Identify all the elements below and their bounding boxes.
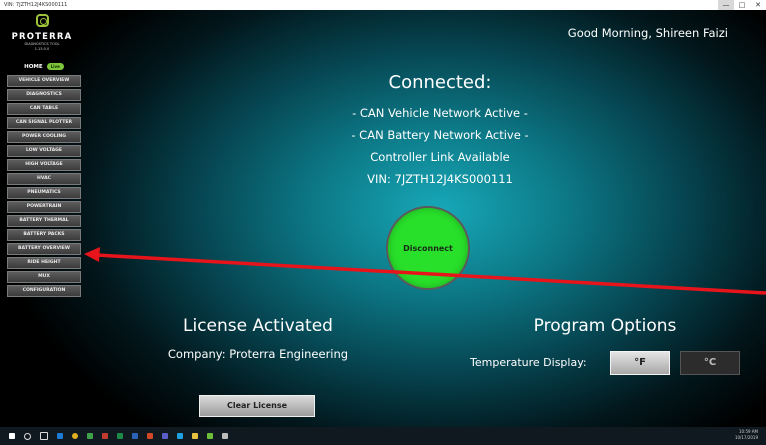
clock-date: 10/17/2019 bbox=[734, 435, 758, 440]
license-company: Company: Proterra Engineering bbox=[167, 347, 349, 361]
app-icon[interactable] bbox=[87, 433, 93, 439]
task-view-icon[interactable] bbox=[40, 432, 48, 440]
minimize-button[interactable]: — bbox=[718, 0, 734, 10]
edge-icon[interactable] bbox=[57, 433, 63, 439]
windows-start-icon[interactable] bbox=[9, 433, 15, 439]
taskbar: 10:59 AM 10/17/2019 bbox=[0, 427, 766, 445]
clear-license-button[interactable]: Clear License bbox=[199, 395, 315, 417]
title-bar: VIN: 7JZTH12J4KS000111 — □ ✕ bbox=[0, 0, 766, 10]
explorer-icon[interactable] bbox=[192, 433, 198, 439]
maximize-button[interactable]: □ bbox=[734, 0, 750, 10]
window-title: VIN: 7JZTH12J4KS000111 bbox=[4, 2, 68, 8]
app-icon[interactable] bbox=[207, 433, 213, 439]
close-button[interactable]: ✕ bbox=[750, 0, 766, 10]
outlook-icon[interactable] bbox=[102, 433, 108, 439]
temperature-display-label: Temperature Display: bbox=[470, 356, 587, 369]
word-icon[interactable] bbox=[132, 433, 138, 439]
license-title: License Activated bbox=[183, 316, 333, 336]
main-window: PROTERRA DIAGNOSTICS TOOL 1.15.0.0 HOME … bbox=[0, 10, 766, 427]
teams-icon[interactable] bbox=[162, 433, 168, 439]
powerpoint-icon[interactable] bbox=[147, 433, 153, 439]
fahrenheit-button[interactable]: °F bbox=[610, 351, 670, 375]
chrome-icon[interactable] bbox=[72, 433, 78, 439]
search-icon[interactable] bbox=[24, 432, 31, 440]
settings-icon[interactable] bbox=[222, 433, 228, 439]
celsius-button[interactable]: °C bbox=[680, 351, 740, 375]
program-options-title: Program Options bbox=[533, 316, 677, 336]
system-clock[interactable]: 10:59 AM 10/17/2019 bbox=[735, 429, 758, 441]
excel-icon[interactable] bbox=[117, 433, 123, 439]
skype-icon[interactable] bbox=[177, 433, 183, 439]
